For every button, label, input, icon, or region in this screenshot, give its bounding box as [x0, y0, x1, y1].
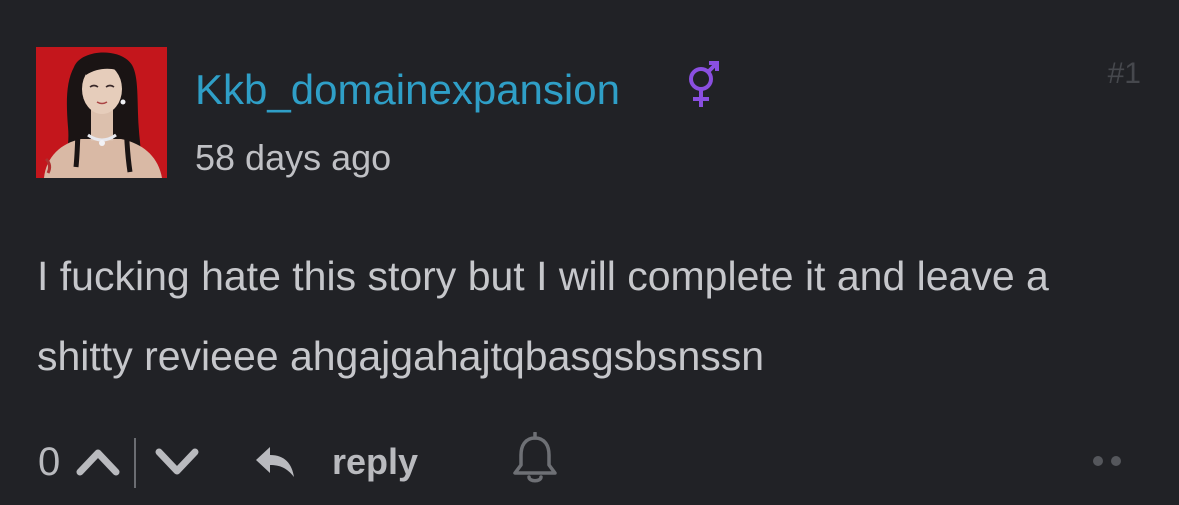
reply-button[interactable]: reply — [254, 437, 418, 487]
bell-icon[interactable] — [510, 432, 560, 486]
comment: Kkb_domainexpansion 58 days ago #1 I fuc… — [0, 0, 1179, 505]
comment-timestamp: 58 days ago — [195, 137, 392, 178]
avatar[interactable] — [36, 47, 167, 178]
username-link[interactable]: Kkb_domainexpansion — [195, 62, 620, 118]
intersex-gender-icon — [689, 61, 719, 107]
avatar-illustration — [36, 47, 167, 178]
reply-arrow-icon — [256, 447, 294, 477]
chevron-down-icon[interactable] — [153, 444, 201, 478]
vote-count: 0 — [38, 440, 61, 484]
chevron-up-icon[interactable] — [74, 444, 122, 478]
comment-body: I fucking hate this story but I will com… — [37, 253, 1049, 379]
post-number[interactable]: #1 — [1108, 56, 1141, 92]
comment-actions: 0 reply — [0, 432, 1179, 492]
vote-divider — [134, 438, 136, 488]
reply-label: reply — [332, 441, 419, 482]
more-dots-icon[interactable] — [1085, 452, 1129, 470]
